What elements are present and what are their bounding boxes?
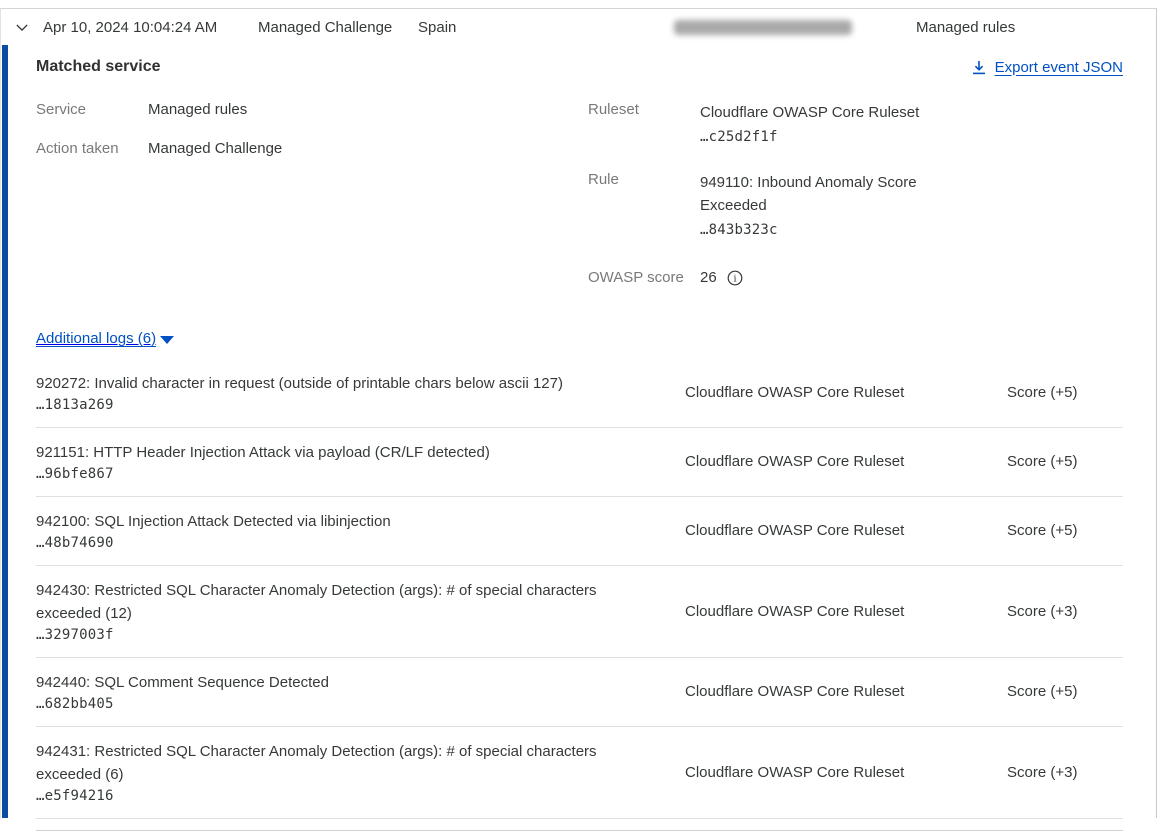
log-score: Score (+5) — [1007, 683, 1123, 700]
log-ruleset: Cloudflare OWASP Core Ruleset — [685, 453, 1007, 470]
rule-name: 949110: Inbound Anomaly Score Exceeded — [700, 174, 917, 214]
rule-label: Rule — [588, 171, 700, 242]
event-action: Managed Challenge — [258, 19, 418, 36]
log-score: Score (+5) — [1007, 384, 1123, 401]
log-description: 942100: SQL Injection Attack Detected vi… — [36, 510, 640, 533]
rule-value: 949110: Inbound Anomaly Score Exceeded …… — [700, 171, 935, 242]
service-value: Managed rules — [148, 101, 247, 118]
log-ruleset: Cloudflare OWASP Core Ruleset — [685, 603, 1007, 620]
log-ruleset: Cloudflare OWASP Core Ruleset — [685, 522, 1007, 539]
log-score: Score (+5) — [1007, 522, 1123, 539]
log-description: 942431: Restricted SQL Character Anomaly… — [36, 740, 640, 786]
event-detail-panel: Matched service Export event JSON Servic… — [1, 45, 1156, 836]
log-row: 942440: SQL Comment Sequence Detected …6… — [36, 658, 1123, 727]
export-link-label: Export event JSON — [995, 59, 1123, 76]
event-country: Spain — [418, 19, 674, 36]
caret-down-icon[interactable] — [160, 336, 174, 344]
ruleset-label: Ruleset — [588, 101, 700, 149]
svg-text:i: i — [733, 273, 736, 284]
log-ruleset: Cloudflare OWASP Core Ruleset — [685, 683, 1007, 700]
log-rule-id: …682bb405 — [36, 696, 640, 712]
event-timestamp: Apr 10, 2024 10:04:24 AM — [28, 19, 258, 36]
additional-logs-label: Additional logs (6) — [36, 330, 156, 347]
firewall-events-table: Apr 10, 2024 10:04:24 AM Managed Challen… — [0, 8, 1157, 818]
log-score: Score (+5) — [1007, 453, 1123, 470]
additional-logs-link[interactable]: Additional logs (6) — [36, 330, 174, 347]
log-row: 942431: Restricted SQL Character Anomaly… — [36, 727, 1123, 819]
log-row: 921151: HTTP Header Injection Attack via… — [36, 428, 1123, 497]
table-row-divider — [36, 830, 1123, 836]
log-rule-id: …1813a269 — [36, 397, 640, 413]
owasp-score-value: 26 — [700, 269, 717, 286]
log-description: 921151: HTTP Header Injection Attack via… — [36, 441, 640, 464]
log-description: 920272: Invalid character in request (ou… — [36, 372, 640, 395]
matched-service-heading: Matched service — [36, 58, 161, 76]
ruleset-name: Cloudflare OWASP Core Ruleset — [700, 104, 919, 121]
info-icon[interactable]: i — [727, 270, 743, 286]
service-label: Service — [36, 101, 148, 118]
log-rule-id: …3297003f — [36, 627, 640, 643]
log-description: 942430: Restricted SQL Character Anomaly… — [36, 579, 640, 625]
ruleset-value: Cloudflare OWASP Core Ruleset …c25d2f1f — [700, 101, 919, 149]
additional-logs-list: 920272: Invalid character in request (ou… — [36, 359, 1123, 819]
log-rule-id: …48b74690 — [36, 535, 640, 551]
log-rule-id: …e5f94216 — [36, 788, 640, 804]
log-rule-id: …96bfe867 — [36, 466, 640, 482]
event-service: Managed rules — [916, 19, 1015, 36]
rule-id: …843b323c — [700, 219, 935, 242]
owasp-score-field: OWASP score 26 i — [588, 269, 1123, 286]
log-description: 942440: SQL Comment Sequence Detected — [36, 671, 640, 694]
log-row: 942430: Restricted SQL Character Anomaly… — [36, 566, 1123, 658]
redacted-value — [674, 20, 852, 35]
log-score: Score (+3) — [1007, 603, 1123, 620]
action-taken-value: Managed Challenge — [148, 140, 282, 157]
download-icon[interactable] — [972, 60, 986, 75]
selected-row-accent-stripe — [2, 45, 8, 818]
ruleset-id: …c25d2f1f — [700, 126, 919, 149]
action-taken-label: Action taken — [36, 140, 148, 157]
rule-field: Rule 949110: Inbound Anomaly Score Excee… — [588, 171, 1123, 242]
log-ruleset: Cloudflare OWASP Core Ruleset — [685, 384, 1007, 401]
owasp-score-label: OWASP score — [588, 269, 700, 286]
ruleset-field: Ruleset Cloudflare OWASP Core Ruleset …c… — [588, 101, 1123, 149]
log-row: 920272: Invalid character in request (ou… — [36, 359, 1123, 428]
log-row: 942100: SQL Injection Attack Detected vi… — [36, 497, 1123, 566]
chevron-down-icon[interactable] — [1, 23, 28, 32]
log-ruleset: Cloudflare OWASP Core Ruleset — [685, 764, 1007, 781]
event-row-header[interactable]: Apr 10, 2024 10:04:24 AM Managed Challen… — [1, 9, 1156, 45]
service-field: Service Managed rules — [36, 101, 588, 118]
action-taken-field: Action taken Managed Challenge — [36, 140, 588, 157]
export-event-json-link[interactable]: Export event JSON — [972, 59, 1123, 76]
log-score: Score (+3) — [1007, 764, 1123, 781]
